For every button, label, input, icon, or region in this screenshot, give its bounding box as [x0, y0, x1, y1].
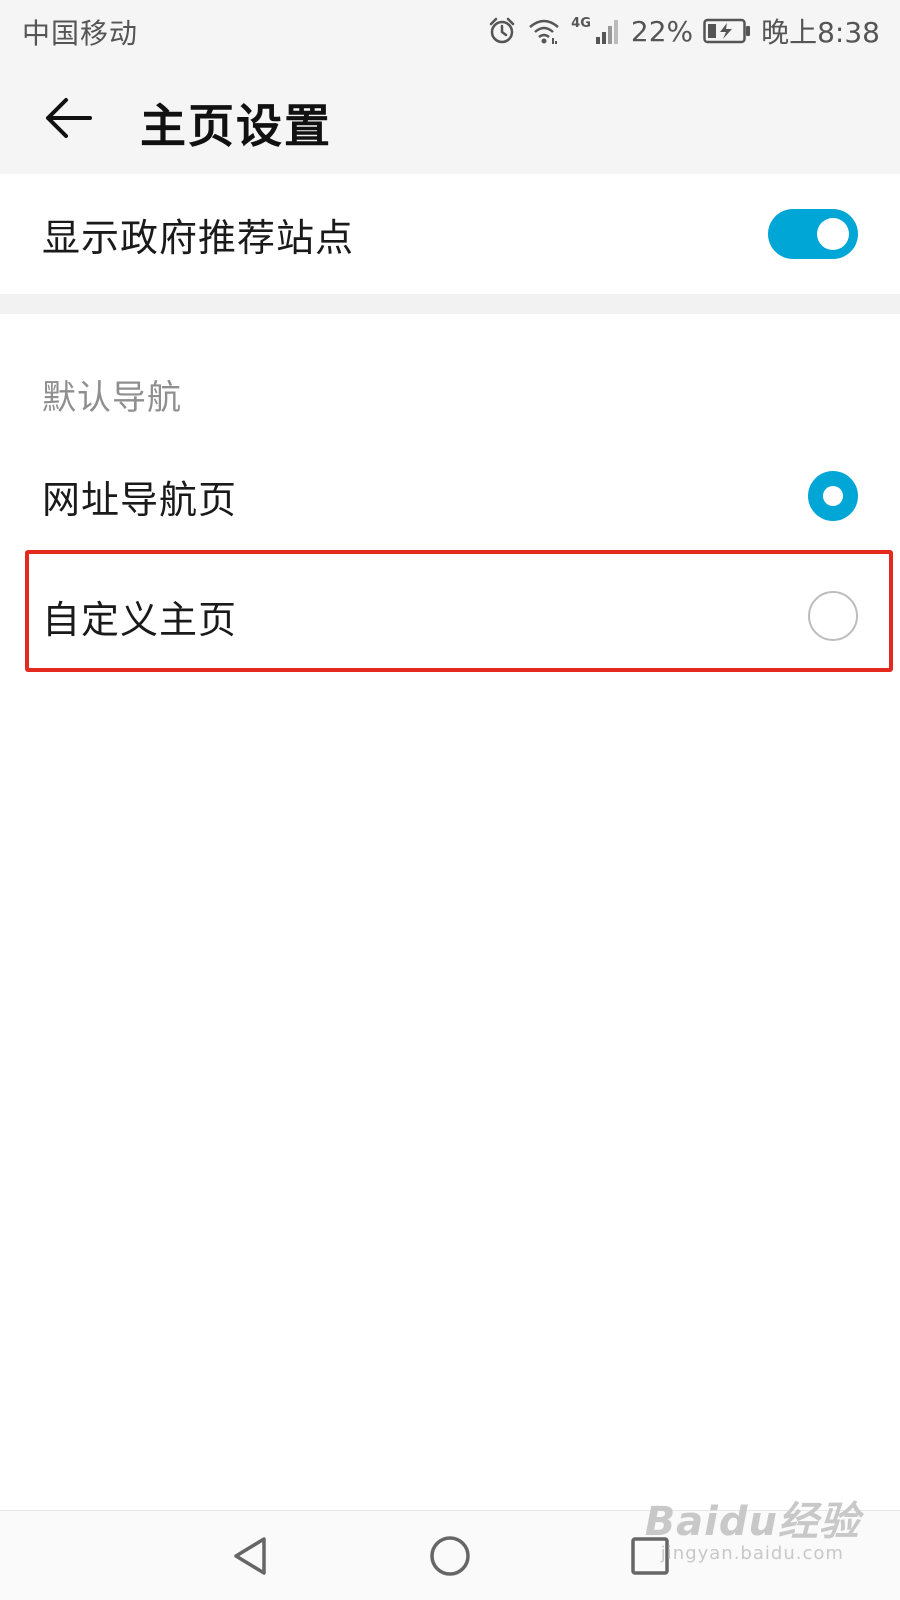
section-header-default-nav: 默认导航	[42, 378, 182, 418]
radio-unselected[interactable]	[808, 591, 858, 641]
carrier-name: 中国移动	[22, 17, 139, 50]
app-bar: 主页设置	[0, 62, 900, 174]
show-gov-sites-toggle[interactable]	[768, 209, 858, 259]
nav-back-icon	[234, 1537, 266, 1575]
section-divider	[0, 294, 900, 314]
watermark-main: Baidu经验	[644, 1499, 860, 1545]
option-custom-homepage[interactable]: 自定义主页	[0, 556, 900, 676]
status-icons: 4G 22% 晚上8:38	[487, 10, 880, 52]
show-gov-sites-row[interactable]: 显示政府推荐站点	[0, 174, 900, 294]
battery-charging-icon	[703, 18, 751, 44]
page-title: 主页设置	[140, 99, 332, 153]
radio-selected[interactable]	[808, 471, 858, 521]
status-bar: 中国移动 4G 22% 晚上8:38	[0, 0, 900, 62]
option-label: 自定义主页	[42, 597, 238, 642]
toggle-knob	[817, 218, 849, 250]
option-label: 网址导航页	[42, 477, 238, 522]
signal-icon	[595, 17, 621, 45]
arrow-left-icon	[46, 98, 92, 138]
radio-dot	[823, 486, 843, 506]
battery-percent: 22%	[630, 14, 694, 48]
nav-home-icon	[430, 1536, 470, 1576]
nav-home-button[interactable]	[425, 1531, 475, 1581]
show-gov-sites-label: 显示政府推荐站点	[42, 215, 355, 260]
wifi-icon	[527, 16, 561, 46]
clock-time: 晚上8:38	[761, 16, 880, 49]
network-type: 4G	[571, 15, 591, 31]
back-button[interactable]	[36, 86, 100, 150]
option-url-nav-page[interactable]: 网址导航页	[0, 436, 900, 556]
alarm-icon	[487, 16, 517, 46]
baidu-jingyan-watermark: Baidu经验 jingyan.baidu.com	[645, 1500, 860, 1564]
nav-back-button[interactable]	[225, 1531, 275, 1581]
watermark-sub: jingyan.baidu.com	[660, 1543, 844, 1564]
